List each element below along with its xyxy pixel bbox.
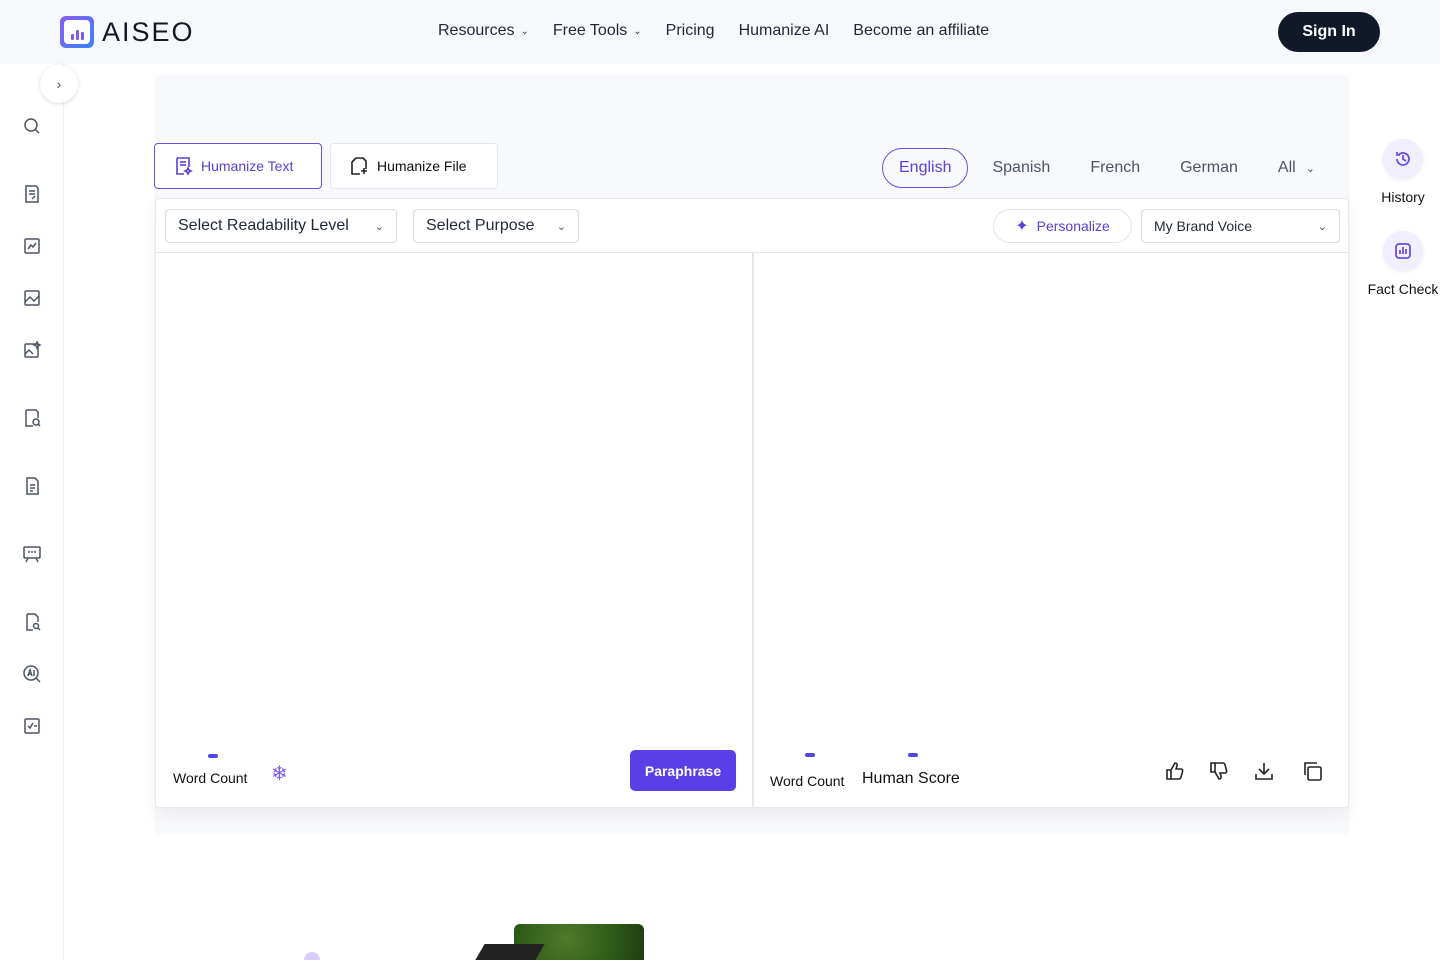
editor-card: Select Readability Level ⌄ Select Purpos… bbox=[155, 198, 1349, 809]
snowflake-icon[interactable]: ❄ bbox=[271, 761, 288, 786]
readability-select-label: Select Readability Level bbox=[178, 217, 349, 234]
history-icon bbox=[1383, 139, 1423, 179]
lang-spanish[interactable]: Spanish bbox=[992, 159, 1050, 177]
sign-in-button[interactable]: Sign In bbox=[1278, 12, 1380, 52]
decorative-dot bbox=[304, 952, 320, 960]
document-search-icon[interactable] bbox=[22, 408, 42, 428]
nav-resources-label: Resources bbox=[438, 22, 515, 39]
top-navbar: AISEO Resources ⌄ Free Tools ⌄ Pricing H… bbox=[0, 0, 1440, 64]
chevron-down-icon: ⌄ bbox=[374, 220, 384, 233]
chart-icon[interactable] bbox=[22, 236, 42, 256]
editor-toolbar: Select Readability Level ⌄ Select Purpos… bbox=[156, 199, 1348, 253]
output-textarea[interactable] bbox=[754, 253, 1348, 743]
lang-english[interactable]: English bbox=[882, 148, 969, 188]
language-selector: English Spanish French German All ⌄ bbox=[882, 147, 1315, 189]
logo-icon bbox=[60, 16, 94, 48]
document-edit-icon bbox=[176, 157, 193, 176]
input-word-count-label: Word Count bbox=[173, 770, 248, 786]
chevron-down-icon: ⌄ bbox=[556, 220, 566, 233]
brand-voice-label: My Brand Voice bbox=[1154, 218, 1253, 234]
nav-humanize-ai-label: Humanize AI bbox=[738, 22, 830, 39]
presentation-icon[interactable] bbox=[22, 544, 42, 564]
input-textarea[interactable] bbox=[156, 253, 752, 743]
brand-logo[interactable]: AISEO bbox=[60, 16, 195, 48]
thumbs-down-icon[interactable] bbox=[1208, 760, 1230, 782]
nav-resources[interactable]: Resources ⌄ bbox=[438, 22, 529, 40]
copy-icon[interactable] bbox=[1301, 760, 1323, 782]
tab-humanize-text-label: Humanize Text bbox=[201, 158, 294, 174]
readability-select[interactable]: Select Readability Level ⌄ bbox=[165, 209, 397, 243]
fact-check-label: Fact Check bbox=[1367, 281, 1439, 297]
tab-humanize-text[interactable]: Humanize Text bbox=[154, 143, 322, 189]
document-text-icon[interactable] bbox=[22, 476, 42, 496]
promo-image bbox=[320, 924, 688, 960]
file-search-icon[interactable] bbox=[22, 612, 42, 632]
chevron-down-icon: ⌄ bbox=[520, 25, 529, 37]
nav-affiliate-label: Become an affiliate bbox=[853, 22, 990, 39]
brand-name: AISEO bbox=[102, 16, 195, 47]
main-nav: Resources ⌄ Free Tools ⌄ Pricing Humaniz… bbox=[438, 22, 989, 40]
thumbs-up-icon[interactable] bbox=[1164, 760, 1186, 782]
file-upload-icon bbox=[351, 157, 367, 175]
sparkle-icon: ✦ bbox=[1015, 218, 1029, 235]
chevron-down-icon: ⌄ bbox=[633, 25, 642, 37]
lang-german[interactable]: German bbox=[1180, 159, 1238, 177]
left-sidebar bbox=[0, 64, 64, 960]
output-word-count-value bbox=[805, 753, 815, 757]
lang-all-label: All bbox=[1277, 159, 1296, 176]
checklist-icon[interactable] bbox=[22, 716, 42, 736]
laptop-image bbox=[475, 944, 545, 960]
nav-humanize-ai[interactable]: Humanize AI bbox=[739, 22, 830, 40]
human-score-value bbox=[908, 753, 918, 757]
paraphrase-button[interactable]: Paraphrase bbox=[630, 750, 736, 791]
purpose-select-label: Select Purpose bbox=[426, 217, 535, 234]
history-button[interactable]: History bbox=[1365, 139, 1440, 205]
search-icon[interactable] bbox=[22, 116, 42, 136]
download-icon[interactable] bbox=[1253, 760, 1275, 782]
ai-search-icon[interactable] bbox=[22, 664, 42, 684]
lang-french[interactable]: French bbox=[1090, 159, 1140, 177]
nav-pricing-label: Pricing bbox=[665, 22, 715, 39]
nav-affiliate[interactable]: Become an affiliate bbox=[853, 22, 989, 40]
nav-free-tools[interactable]: Free Tools ⌄ bbox=[553, 22, 642, 40]
lang-all-dropdown[interactable]: All ⌄ bbox=[1278, 159, 1315, 177]
human-score-label: Human Score bbox=[862, 770, 960, 787]
word-count-value bbox=[208, 754, 218, 758]
document-edit-icon[interactable] bbox=[22, 184, 42, 204]
image-sparkle-icon[interactable] bbox=[22, 340, 42, 360]
output-word-count-label: Word Count bbox=[770, 773, 845, 789]
personalize-button[interactable]: ✦ Personalize bbox=[993, 209, 1132, 243]
nav-pricing[interactable]: Pricing bbox=[666, 22, 715, 40]
fact-check-icon bbox=[1383, 231, 1423, 271]
chevron-down-icon: ⌄ bbox=[1317, 220, 1327, 233]
fact-check-button[interactable]: Fact Check bbox=[1365, 231, 1440, 297]
chevron-down-icon: ⌄ bbox=[1305, 162, 1315, 175]
purpose-select[interactable]: Select Purpose ⌄ bbox=[413, 209, 579, 243]
tab-humanize-file[interactable]: Humanize File bbox=[330, 143, 498, 189]
personalize-label: Personalize bbox=[1036, 218, 1110, 234]
nav-free-tools-label: Free Tools bbox=[552, 22, 628, 39]
chevron-right-icon[interactable]: › bbox=[40, 65, 78, 103]
tab-humanize-file-label: Humanize File bbox=[377, 158, 467, 174]
history-label: History bbox=[1381, 189, 1425, 205]
image-icon[interactable] bbox=[22, 288, 42, 308]
brand-voice-select[interactable]: My Brand Voice ⌄ bbox=[1141, 209, 1340, 243]
